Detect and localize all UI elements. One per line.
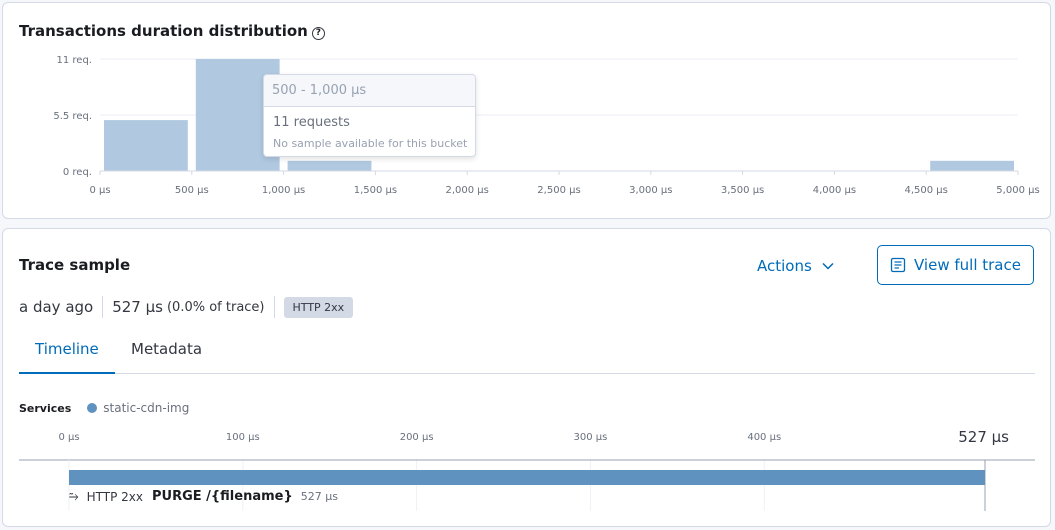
span-label-row[interactable]: ⥲ HTTP 2xx PURGE /{filename} 527 μs — [69, 489, 338, 504]
trace-sample-panel: Trace sample Actions View full trace a d… — [2, 228, 1051, 527]
x-tick-label: 1,500 μs — [354, 185, 397, 196]
timeline-tick-label: 300 μs — [574, 432, 608, 443]
y-tick-label: 11 req. — [57, 55, 92, 66]
span-status: HTTP 2xx — [86, 489, 143, 504]
duration-distribution-chart: 0 req. 5.5 req. 11 req. 0 μs 500 μs 1,000 μs 1… — [53, 55, 1039, 196]
x-tick-label: 4,500 μs — [905, 185, 948, 196]
histogram-bar — [930, 160, 1014, 171]
distribution-panel: Transactions duration distribution? 0 re… — [2, 2, 1051, 219]
span-bar — [69, 470, 985, 485]
x-tick-label: 3,000 μs — [629, 185, 672, 196]
timeline-end-label: 527 μs — [958, 428, 1009, 446]
x-tick-label: 2,500 μs — [537, 185, 580, 196]
span-name: PURGE /{filename} — [151, 489, 293, 504]
tooltip-note: No sample available for this bucket — [273, 137, 468, 150]
x-tick-label: 1,000 μs — [262, 185, 305, 196]
merge-arrow-icon: ⥲ — [69, 489, 79, 503]
y-tick-label: 5.5 req. — [53, 111, 92, 122]
timeline-tick-label: 100 μs — [226, 432, 260, 443]
x-tick-label: 0 μs — [89, 185, 110, 196]
histogram-bar — [287, 160, 372, 171]
y-tick-label: 0 req. — [63, 167, 92, 178]
x-tick-label: 500 μs — [175, 185, 209, 196]
x-tick-label: 3,500 μs — [721, 185, 764, 196]
timeline-tick-label: 0 μs — [58, 432, 79, 443]
tooltip-range: 500 - 1,000 μs — [264, 75, 475, 107]
tooltip-count: 11 requests — [273, 115, 350, 130]
x-tick-label: 2,000 μs — [446, 185, 489, 196]
timeline-tick-label: 400 μs — [747, 432, 781, 443]
chart-tooltip: 500 - 1,000 μs 11 requests No sample ava… — [263, 74, 476, 157]
trace-timeline: 0 μs 100 μs 200 μs 300 μs 400 μs 527 μs — [19, 428, 1035, 511]
timeline-tick-label: 200 μs — [400, 432, 434, 443]
histogram-bar — [104, 120, 188, 171]
span-duration: 527 μs — [300, 490, 338, 503]
x-tick-label: 5,000 μs — [996, 185, 1039, 196]
x-tick-label: 4,000 μs — [813, 185, 856, 196]
